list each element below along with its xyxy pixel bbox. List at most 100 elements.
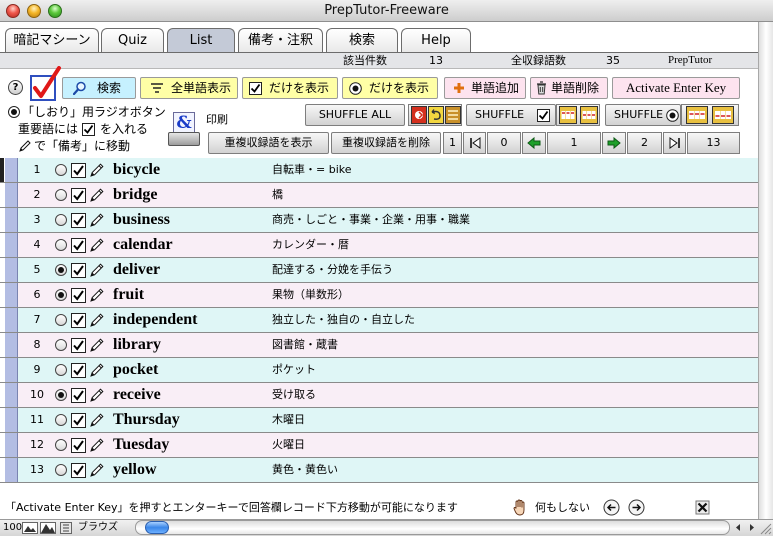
- red-checkmark-icon[interactable]: [28, 66, 62, 102]
- bookmark-radio[interactable]: [55, 264, 67, 276]
- bookmark-radio[interactable]: [55, 439, 67, 451]
- tab-notes[interactable]: 備考・注釈: [238, 28, 323, 53]
- resize-grip-icon[interactable]: [759, 521, 772, 535]
- meaning-field[interactable]: 黄色・黄色い: [272, 463, 338, 477]
- pencil-icon[interactable]: [89, 387, 105, 403]
- meaning-field[interactable]: 商売・しごと・事業・企業・用事・職業: [272, 213, 470, 227]
- word-field[interactable]: yellow: [113, 460, 157, 480]
- tab-quiz[interactable]: Quiz: [101, 28, 164, 53]
- pencil-icon[interactable]: [89, 362, 105, 378]
- nav-next-button[interactable]: [602, 132, 626, 154]
- shuffle-bookmarked-icons[interactable]: [681, 104, 739, 126]
- nav-first-button[interactable]: [463, 132, 486, 154]
- meaning-field[interactable]: 木曜日: [272, 413, 305, 427]
- show-bookmarked-only-button[interactable]: だけを表示: [342, 77, 438, 99]
- pencil-icon[interactable]: [89, 312, 105, 328]
- show-all-words-button[interactable]: 全単語表示: [140, 77, 238, 99]
- word-field[interactable]: library: [113, 335, 161, 355]
- horizontal-scrollbar[interactable]: [135, 520, 730, 535]
- print-icon[interactable]: &: [168, 112, 200, 148]
- important-checkbox[interactable]: [71, 188, 86, 203]
- bookmark-radio[interactable]: [55, 464, 67, 476]
- word-field[interactable]: bicycle: [113, 160, 160, 180]
- next-circle-button[interactable]: [628, 499, 645, 516]
- word-field[interactable]: business: [113, 210, 170, 230]
- pencil-icon[interactable]: [89, 162, 105, 178]
- meaning-field[interactable]: 火曜日: [272, 438, 305, 452]
- delete-word-button[interactable]: 単語削除: [530, 77, 608, 99]
- pencil-icon[interactable]: [89, 287, 105, 303]
- important-checkbox[interactable]: [71, 388, 86, 403]
- bookmark-radio[interactable]: [55, 189, 67, 201]
- important-checkbox[interactable]: [71, 163, 86, 178]
- mode-label[interactable]: ブラウズ: [78, 521, 118, 534]
- word-field[interactable]: Thursday: [113, 410, 180, 430]
- meaning-field[interactable]: 独立した・独自の・自立した: [272, 313, 415, 327]
- meaning-field[interactable]: 自転車・= bike: [272, 163, 352, 177]
- word-field[interactable]: calendar: [113, 235, 173, 255]
- tab-list[interactable]: List: [167, 28, 235, 53]
- record-selector[interactable]: [5, 458, 18, 482]
- bookmark-radio[interactable]: [55, 214, 67, 226]
- word-field[interactable]: pocket: [113, 360, 158, 380]
- shuffle-checked-button[interactable]: SHUFFLE: [466, 104, 556, 126]
- record-selector[interactable]: [5, 333, 18, 357]
- shuffle-all-button[interactable]: SHUFFLE ALL: [305, 104, 405, 126]
- pencil-icon[interactable]: [89, 412, 105, 428]
- record-selector[interactable]: [5, 283, 18, 307]
- important-checkbox[interactable]: [71, 363, 86, 378]
- pencil-icon[interactable]: [89, 337, 105, 353]
- bookmark-radio[interactable]: [55, 289, 67, 301]
- pencil-icon[interactable]: [89, 262, 105, 278]
- record-selector[interactable]: [5, 208, 18, 232]
- important-checkbox[interactable]: [71, 413, 86, 428]
- pencil-icon[interactable]: [89, 437, 105, 453]
- important-checkbox[interactable]: [71, 313, 86, 328]
- bookmark-radio[interactable]: [55, 364, 67, 376]
- status-toggle-icon[interactable]: [60, 522, 72, 534]
- bookmark-radio[interactable]: [55, 414, 67, 426]
- shuffle-all-icons[interactable]: [408, 104, 462, 126]
- activate-enter-key-button[interactable]: Activate Enter Key: [612, 77, 740, 99]
- record-selector[interactable]: [5, 383, 18, 407]
- pencil-icon[interactable]: [89, 187, 105, 203]
- word-field[interactable]: Tuesday: [113, 435, 169, 455]
- x-icon[interactable]: [695, 500, 710, 515]
- record-selector[interactable]: [5, 358, 18, 382]
- record-selector[interactable]: [5, 233, 18, 257]
- pencil-icon[interactable]: [89, 462, 105, 478]
- scroll-right-button[interactable]: [745, 520, 759, 535]
- record-selector[interactable]: [5, 408, 18, 432]
- vertical-scrollbar[interactable]: [758, 22, 773, 519]
- important-checkbox[interactable]: [71, 238, 86, 253]
- delete-duplicates-button[interactable]: 重複収録語を削除: [331, 132, 441, 154]
- record-selector[interactable]: [5, 433, 18, 457]
- word-field[interactable]: fruit: [113, 285, 144, 305]
- record-selector[interactable]: [5, 258, 18, 282]
- word-field[interactable]: deliver: [113, 260, 160, 280]
- pencil-icon[interactable]: [89, 237, 105, 253]
- meaning-field[interactable]: 果物（単数形）: [272, 288, 349, 302]
- important-checkbox[interactable]: [71, 213, 86, 228]
- shuffle-bookmarked-button[interactable]: SHUFFLE: [605, 104, 681, 126]
- important-checkbox[interactable]: [71, 288, 86, 303]
- tab-search[interactable]: 検索: [326, 28, 398, 53]
- print-label[interactable]: 印刷: [206, 111, 228, 127]
- bookmark-radio[interactable]: [55, 389, 67, 401]
- meaning-field[interactable]: 橋: [272, 188, 283, 202]
- record-selector[interactable]: [5, 183, 18, 207]
- meaning-field[interactable]: 図書館・蔵書: [272, 338, 338, 352]
- word-field[interactable]: bridge: [113, 185, 157, 205]
- important-checkbox[interactable]: [71, 438, 86, 453]
- important-checkbox[interactable]: [71, 338, 86, 353]
- nav-previous-button[interactable]: [522, 132, 546, 154]
- bookmark-radio[interactable]: [55, 339, 67, 351]
- horizontal-scroll-thumb[interactable]: [145, 521, 169, 534]
- important-checkbox[interactable]: [71, 463, 86, 478]
- important-checkbox[interactable]: [71, 263, 86, 278]
- record-selector[interactable]: [5, 308, 18, 332]
- show-duplicates-button[interactable]: 重複収録語を表示: [208, 132, 329, 154]
- scroll-left-button[interactable]: [731, 520, 745, 535]
- zoom-in-icon[interactable]: [40, 522, 56, 534]
- word-field[interactable]: receive: [113, 385, 161, 405]
